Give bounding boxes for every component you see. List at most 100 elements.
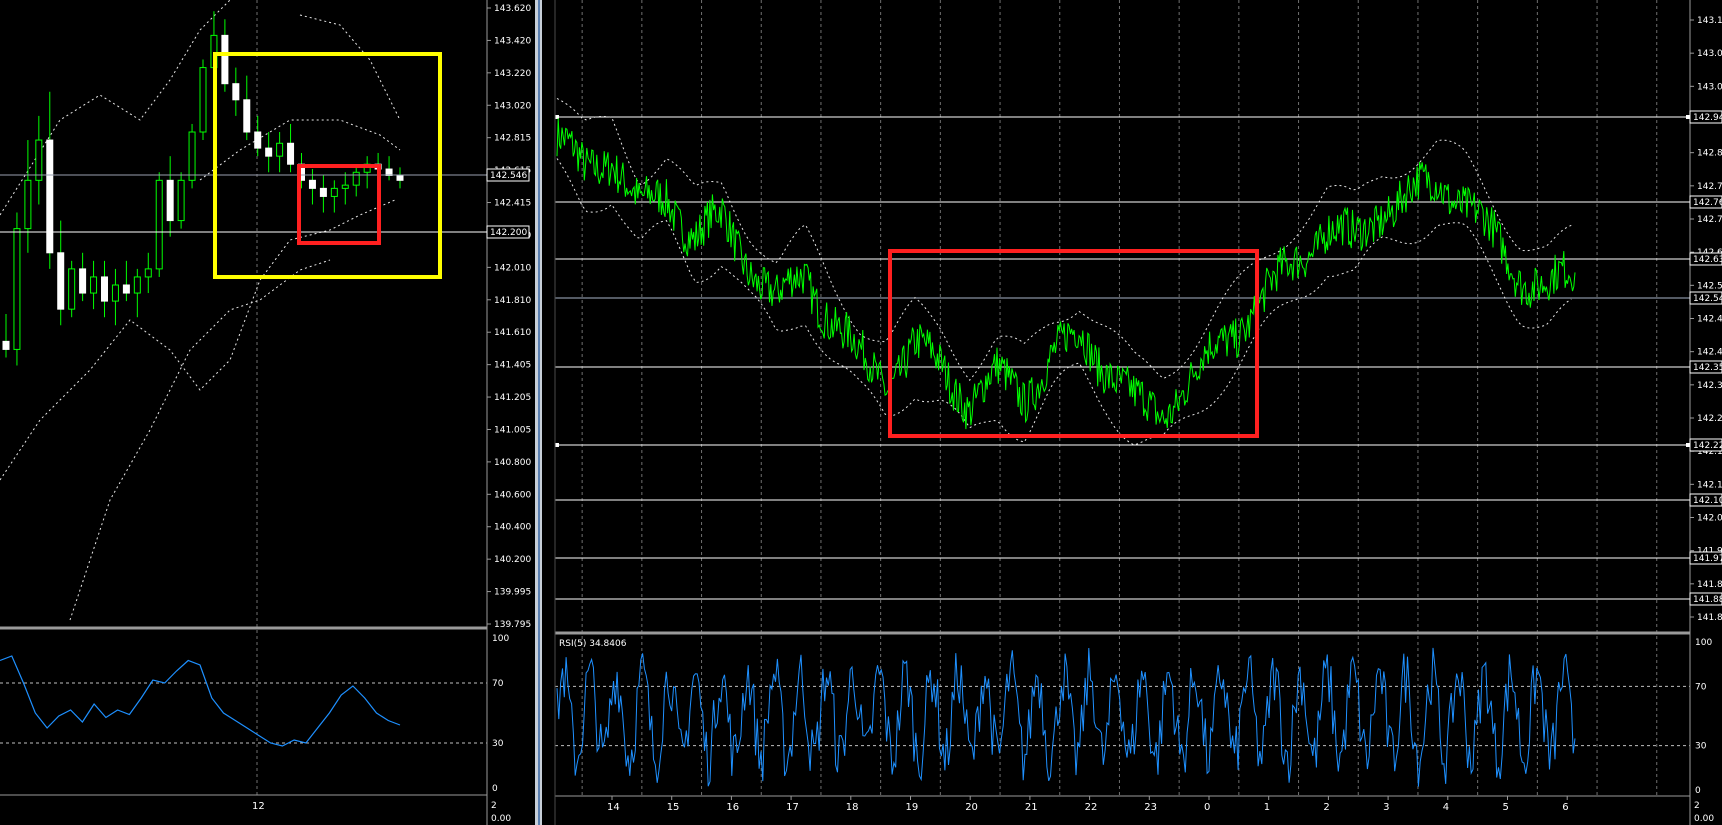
candle-body [232,83,240,101]
left-bottom-tick: 0.00 [491,814,511,824]
candle-body [341,184,349,189]
right-time-label: 15 [667,802,680,813]
candle-body [79,268,87,294]
right-price-tag: 142.76 [1693,198,1722,208]
candle-body [46,139,54,254]
right-chart-window[interactable]: 10070300 RSI(5) 34.8406 143.16143.09143.… [554,0,1722,825]
candle-body [330,187,338,197]
right-price-tag: 141.97 [1693,554,1722,564]
right-level-anchor [555,443,559,447]
left-price-tick-label: 140.600 [494,490,531,500]
right-time-axis: 14 15 16 17 18 19 20 21 22 23 0 1 2 3 4 5 6 20.00 [607,796,1714,824]
window-splitter-core [538,0,540,825]
candle-body [101,276,108,302]
left-time-label: 12 [252,801,265,812]
candle-body [144,268,152,278]
candle-body [265,147,273,157]
left-price-tick-label: 142.010 [494,263,531,273]
left-price-tick-label: 143.220 [494,69,531,79]
right-price-tick-label: 142.56 [1697,281,1722,291]
candle-body [221,34,229,85]
right-time-label: 5 [1503,802,1509,813]
left-bottom-tick: 2 [491,801,497,811]
right-time-label: 3 [1383,802,1389,813]
right-price-tick-label: 143.09 [1697,49,1722,59]
right-rsi-panel: 100 70 30 0 [555,638,1712,796]
left-price-tick-label: 140.800 [494,458,531,468]
candle-body [308,179,316,189]
right-price-tag: 142.54 [1693,294,1722,304]
candle-body [254,131,262,149]
right-upper-envelope [556,97,1572,382]
right-price-tick-label: 141.81 [1697,613,1722,623]
right-time-label: 18 [846,802,859,813]
right-price-tag: 142.94 [1693,113,1722,123]
right-level-anchor [1686,443,1690,447]
left-price-axis: 143.620143.420143.220143.020142.815142.6… [486,4,531,630]
right-rsi-tick-label: 0 [1695,786,1701,796]
right-time-label: 16 [726,802,739,813]
right-time-label: 14 [607,802,620,813]
right-time-label: 20 [965,802,978,813]
left-price-tick-label: 139.795 [494,620,531,630]
left-price-tick-label: 141.205 [494,393,531,403]
rsi-indicator-label: RSI(5) 34.8406 [559,639,627,649]
chart-workspace: 10070300 143.620143.420143.220143.020142… [0,0,1722,825]
right-red-rectangle[interactable] [888,249,1259,438]
right-price-tick-label: 142.26 [1697,414,1722,424]
candle-body [133,276,141,294]
candle-body [155,179,163,270]
right-rsi-tick-label: 30 [1695,742,1707,752]
right-price-tick-label: 141.89 [1697,580,1722,590]
left-price-tick-label: 143.420 [494,36,531,46]
right-price-tick-label: 142.04 [1697,514,1722,524]
candle-body [35,139,43,181]
right-time-label: 6 [1562,802,1568,813]
candle-body [24,179,32,230]
candle-body [287,142,295,165]
right-time-label: 19 [906,802,919,813]
right-time-label: 2 [1323,802,1329,813]
candle-body [199,67,207,133]
right-price-line [556,118,1576,430]
right-price-tick-label: 142.86 [1697,149,1722,159]
candle-body [122,284,130,294]
left-price-tick-label: 143.020 [494,101,531,111]
left-price-tick-label: 142.415 [494,199,531,209]
right-rsi-line [556,647,1576,787]
left-price-tag: 142.200 [490,228,527,238]
left-rsi-tick-label: 0 [492,784,498,794]
left-rsi-tick-label: 100 [492,634,509,644]
right-time-label: 22 [1085,802,1098,813]
candle-body [90,276,98,294]
left-rsi-tick-label: 30 [492,739,504,749]
left-price-tick-label: 141.005 [494,425,531,435]
right-price-tag: 142.63 [1693,255,1722,265]
left-price-tick-label: 141.610 [494,328,531,338]
right-lower-envelope [556,158,1572,446]
right-time-label: 4 [1443,802,1449,813]
right-grid [581,0,1658,796]
right-price-tick-label: 143.16 [1697,16,1722,26]
candle-body [166,179,174,222]
right-time-label: 1 [1264,802,1270,813]
candle-body [276,142,284,157]
right-price-tick-label: 142.41 [1697,348,1722,358]
right-time-label: 21 [1025,802,1038,813]
candle-body [188,131,196,181]
candle-body [352,171,360,186]
right-price-tick-label: 142.34 [1697,381,1722,391]
right-bottom-tick: 2 [1694,801,1700,811]
left-chart-window[interactable]: 100 70 30 0 143.620 143.420 143.220 143.020 142… [0,0,531,825]
right-price-tag: 142.10 [1693,496,1722,506]
candle-body [13,228,21,350]
right-price-tick-label: 142.12 [1697,480,1722,490]
right-rsi-tick-label: 70 [1695,682,1707,692]
candle-body [2,340,10,350]
candle-body [319,187,327,197]
left-price-tick-label: 142.815 [494,134,531,144]
right-price-tick-label: 142.79 [1697,182,1722,192]
right-price-tag: 141.88 [1693,595,1722,605]
left-price-tick-label: 140.400 [494,523,531,533]
right-price-tag: 142.22 [1693,441,1722,451]
